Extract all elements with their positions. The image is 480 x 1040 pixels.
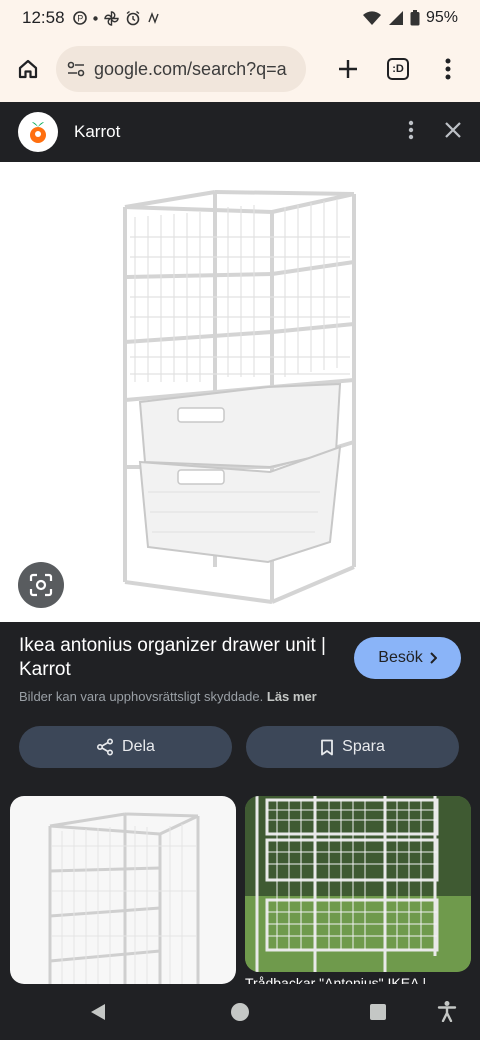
pinwheel-icon (103, 10, 119, 26)
site-logo (18, 112, 58, 152)
recents-button[interactable] (369, 1003, 387, 1021)
visit-label: Besök (378, 649, 423, 666)
svg-text:P: P (77, 14, 83, 24)
learn-more-link[interactable]: Läs mer (267, 689, 317, 704)
more-vert-icon (408, 120, 414, 139)
related-image-thumbnail (245, 796, 471, 972)
more-vert-icon (445, 58, 451, 80)
chevron-right-icon (430, 652, 437, 664)
share-label: Dela (122, 738, 155, 755)
wifi-icon (362, 11, 381, 25)
battery-level: 95% (425, 9, 458, 26)
system-navigation-bar (0, 984, 480, 1040)
visit-button[interactable]: Besök (354, 637, 461, 679)
signal-icon (388, 11, 403, 25)
product-image[interactable] (0, 162, 480, 622)
back-icon (91, 1004, 105, 1020)
home-icon (18, 59, 38, 79)
home-circle-icon (231, 1003, 249, 1021)
carrot-logo-icon (30, 122, 46, 143)
battery-icon (410, 10, 420, 26)
accessibility-icon (437, 1001, 457, 1022)
save-button[interactable]: Spara (246, 726, 459, 768)
back-button[interactable] (88, 1002, 108, 1022)
site-settings-icon (67, 61, 85, 77)
drawer-unit-illustration (123, 190, 356, 604)
related-image-thumbnail (48, 812, 200, 984)
status-time: 12:58 (22, 8, 65, 27)
result-title[interactable]: Ikea antonius organizer drawer unit | Ka… (19, 634, 339, 682)
url-text: google.com/search?q=a (94, 58, 287, 79)
home-nav-button[interactable] (230, 1002, 250, 1022)
tab-count: :D (387, 58, 409, 80)
plus-icon (339, 60, 357, 78)
copyright-text: Bilder kan vara upphovsrättsligt skyddad… (19, 689, 264, 704)
alarm-icon (126, 10, 139, 26)
header-actions (408, 120, 462, 145)
toolbar-actions: :D (330, 51, 470, 87)
tab-switcher-button[interactable]: :D (380, 51, 416, 87)
recents-icon (370, 1004, 386, 1020)
pinterest-icon: P (72, 11, 87, 25)
accessibility-button[interactable] (436, 1000, 458, 1022)
copyright-notice: Bilder kan vara upphovsrättsligt skyddad… (19, 689, 317, 704)
viewer-menu-button[interactable] (408, 120, 414, 145)
share-button[interactable]: Dela (19, 726, 232, 768)
site-name: Karrot (74, 122, 121, 141)
close-button[interactable] (444, 121, 462, 144)
notification-icons: P (72, 10, 161, 26)
save-label: Spara (342, 738, 385, 755)
google-lens-icon (29, 573, 53, 597)
related-image-card[interactable] (10, 796, 236, 984)
address-bar[interactable]: google.com/search?q=a (56, 46, 306, 92)
browser-toolbar: google.com/search?q=a :D (0, 36, 480, 102)
close-icon (445, 121, 461, 138)
image-viewer-header: Karrot (0, 102, 480, 162)
browser-menu-button[interactable] (430, 51, 466, 87)
home-button[interactable] (10, 51, 46, 87)
nfc-icon (147, 12, 159, 24)
share-icon (97, 738, 114, 756)
status-right: 95% (362, 9, 458, 27)
lens-search-button[interactable] (18, 562, 64, 608)
bookmark-icon (321, 739, 334, 755)
related-image-card[interactable] (245, 796, 471, 972)
new-tab-button[interactable] (330, 51, 366, 87)
status-bar: 12:58 P 95% (0, 0, 480, 36)
dot-icon (92, 15, 98, 21)
